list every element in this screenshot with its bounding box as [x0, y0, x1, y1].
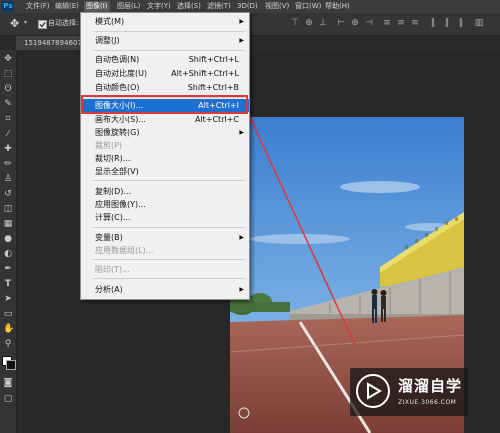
submenu-arrow-icon: ▶ [239, 286, 244, 293]
menu-item-auto-contrast[interactable]: 自动对比度(U) Alt+Shift+Ctrl+L [81, 67, 249, 80]
submenu-arrow-icon: ▶ [239, 234, 244, 241]
annotation-highlight-box [81, 95, 248, 114]
menu-item-variables[interactable]: 变量(B) ▶ [81, 231, 249, 244]
menu-item-image-rotation[interactable]: 图像旋转(G) ▶ [81, 126, 249, 139]
watermark: 溜溜自学 ZIXUE.3066.COM [350, 368, 468, 416]
menu-item-trim[interactable]: 裁切(R)... [81, 152, 249, 165]
watermark-url: ZIXUE.3066.COM [398, 399, 457, 406]
menu-item-mode[interactable]: 模式(M) ▶ [81, 15, 249, 28]
menu-item-trap: 陷印(T)... [95, 265, 130, 274]
menu-item-auto-tone[interactable]: 自动色调(N) Shift+Ctrl+L [81, 53, 249, 66]
submenu-arrow-icon: ▶ [239, 18, 244, 25]
menu-separator [93, 227, 245, 228]
menu-item-adjustments[interactable]: 调整(J) ▶ [81, 34, 249, 47]
image-menu-dropdown: 模式(M) ▶ 调整(J) ▶ 自动色调(N) Shift+Ctrl+L 自动对比度(… [80, 12, 250, 300]
menu-item-duplicate[interactable]: 复制(D)... [81, 185, 249, 198]
menu-item-canvas-size[interactable]: 画布大小(S)... Alt+Ctrl+C [81, 113, 249, 126]
menu-item-apply-image[interactable]: 应用图像(Y)... [81, 198, 249, 211]
menu-separator [93, 180, 245, 181]
watermark-title: 溜溜自学 [398, 377, 463, 395]
submenu-arrow-icon: ▶ [239, 129, 244, 136]
menu-separator [93, 50, 245, 51]
menu-item-crop: 裁剪(P) [95, 141, 123, 150]
submenu-arrow-icon: ▶ [239, 37, 244, 44]
menu-item-auto-color[interactable]: 自动颜色(O) Shift+Ctrl+B [81, 81, 249, 94]
menu-item-apply-data-set: 应用数据组(L)... [95, 246, 154, 255]
menu-item-reveal-all[interactable]: 显示全部(V) [81, 165, 249, 178]
menu-item-analysis[interactable]: 分析(A) ▶ [81, 283, 249, 296]
menu-separator [93, 259, 245, 260]
menu-separator [93, 278, 245, 279]
menu-separator [93, 31, 245, 32]
menu-item-calculations[interactable]: 计算(C)... [81, 211, 249, 224]
play-logo-icon [356, 374, 390, 408]
